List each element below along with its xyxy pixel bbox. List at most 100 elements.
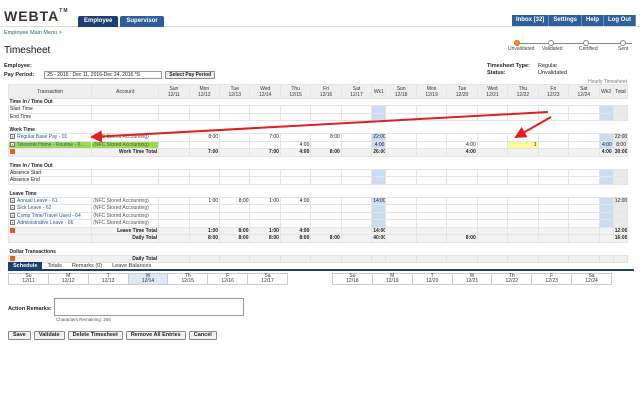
hours-cell[interactable] xyxy=(476,140,509,149)
hours-cell[interactable] xyxy=(158,204,190,213)
time-cell[interactable] xyxy=(188,112,221,121)
hours-cell[interactable] xyxy=(476,219,509,228)
inbox-link[interactable]: Inbox [32] xyxy=(511,15,550,26)
time-cell[interactable] xyxy=(219,168,251,177)
hours-cell[interactable]: 1 xyxy=(507,140,539,149)
tab-totals[interactable]: Totals xyxy=(42,262,66,271)
schedule-day-cell[interactable]: Th 12/15 xyxy=(167,273,209,285)
hours-cell[interactable] xyxy=(476,211,509,220)
delete-row-icon[interactable]: × xyxy=(10,134,15,140)
nav-tab-employee[interactable]: Employee xyxy=(78,16,119,27)
hours-cell[interactable] xyxy=(568,211,600,220)
hours-cell[interactable] xyxy=(340,211,373,220)
hours-cell[interactable]: 4:00 xyxy=(279,140,312,149)
time-cell[interactable] xyxy=(310,105,342,114)
hours-cell[interactable] xyxy=(188,140,221,149)
hours-cell[interactable] xyxy=(340,204,373,213)
time-cell[interactable] xyxy=(446,176,478,185)
action-remarks-textarea[interactable] xyxy=(54,298,244,316)
time-cell[interactable] xyxy=(537,168,570,177)
hours-cell[interactable]: 8:00 xyxy=(310,133,342,142)
time-cell[interactable] xyxy=(340,112,373,121)
hours-cell[interactable] xyxy=(249,140,281,149)
hours-cell[interactable] xyxy=(219,211,251,220)
hours-cell[interactable] xyxy=(537,140,570,149)
schedule-day-cell[interactable]: T 12/20 xyxy=(411,273,453,285)
hours-cell[interactable] xyxy=(507,133,539,142)
hours-cell[interactable]: 8:00 xyxy=(188,133,221,142)
time-cell[interactable] xyxy=(568,105,600,114)
schedule-day-cell[interactable]: Su 12/18 xyxy=(332,273,373,285)
hours-cell[interactable]: 4:00 xyxy=(279,196,312,205)
hours-cell[interactable] xyxy=(537,196,570,205)
hours-cell[interactable] xyxy=(415,133,448,142)
time-cell[interactable] xyxy=(340,105,373,114)
hours-cell[interactable] xyxy=(446,196,478,205)
hours-cell[interactable] xyxy=(158,133,190,142)
hours-cell[interactable] xyxy=(188,204,221,213)
schedule-day-cell[interactable]: W 12/14 xyxy=(127,273,169,285)
logout-link[interactable]: Log Out xyxy=(604,15,636,26)
time-cell[interactable] xyxy=(476,168,509,177)
hours-cell[interactable] xyxy=(249,204,281,213)
time-cell[interactable] xyxy=(249,112,281,121)
hours-cell[interactable] xyxy=(385,196,417,205)
time-cell[interactable] xyxy=(385,168,417,177)
hours-cell[interactable] xyxy=(537,219,570,228)
time-cell[interactable] xyxy=(568,168,600,177)
schedule-day-cell[interactable]: T 12/13 xyxy=(87,273,129,285)
schedule-day-cell[interactable]: W 12/21 xyxy=(451,273,493,285)
time-cell[interactable] xyxy=(279,176,312,185)
hours-cell[interactable] xyxy=(340,140,373,149)
time-cell[interactable] xyxy=(279,105,312,114)
hours-cell[interactable] xyxy=(568,140,600,149)
hours-cell[interactable]: 1:00 xyxy=(249,196,281,205)
add-row-icon[interactable] xyxy=(10,227,15,233)
time-cell[interactable] xyxy=(415,105,448,114)
time-cell[interactable] xyxy=(537,176,570,185)
transaction-link[interactable]: Annual Leave - 61 xyxy=(17,198,58,204)
hours-cell[interactable] xyxy=(340,219,373,228)
time-cell[interactable] xyxy=(537,105,570,114)
hours-cell[interactable] xyxy=(158,211,190,220)
time-cell[interactable] xyxy=(340,176,373,185)
schedule-day-cell[interactable]: Th 12/22 xyxy=(491,273,533,285)
schedule-day-cell[interactable]: M 12/12 xyxy=(47,273,89,285)
schedule-day-cell[interactable]: Sa 12/17 xyxy=(247,273,288,285)
delete-timesheet-button[interactable]: Delete Timesheet xyxy=(67,331,123,340)
transaction-link[interactable]: Administrative Leave - 66 xyxy=(17,220,73,226)
hours-cell[interactable]: 8:00 xyxy=(219,196,251,205)
hours-cell[interactable] xyxy=(279,219,312,228)
time-cell[interactable] xyxy=(219,112,251,121)
tab-leave-balances[interactable]: Leave Balances xyxy=(107,262,156,271)
hours-cell[interactable] xyxy=(568,219,600,228)
select-pay-period-button[interactable]: Select Pay Period xyxy=(165,71,216,79)
hours-cell[interactable] xyxy=(340,196,373,205)
time-cell[interactable] xyxy=(249,176,281,185)
hours-cell[interactable] xyxy=(507,211,539,220)
hours-cell[interactable] xyxy=(310,140,342,149)
hours-cell[interactable] xyxy=(310,219,342,228)
transaction-link[interactable]: Comp Time/Travel Used - 64 xyxy=(17,213,81,219)
hours-cell[interactable] xyxy=(568,196,600,205)
hours-cell[interactable] xyxy=(507,196,539,205)
hours-cell[interactable] xyxy=(188,219,221,228)
hours-cell[interactable] xyxy=(537,133,570,142)
time-cell[interactable] xyxy=(158,105,190,114)
remove-all-entries-button[interactable]: Remove All Entries xyxy=(125,331,186,340)
time-cell[interactable] xyxy=(340,168,373,177)
hours-cell[interactable]: 4:00 xyxy=(446,140,478,149)
hours-cell[interactable] xyxy=(158,196,190,205)
time-cell[interactable] xyxy=(385,105,417,114)
hours-cell[interactable] xyxy=(415,196,448,205)
time-cell[interactable] xyxy=(158,168,190,177)
time-cell[interactable] xyxy=(507,176,539,185)
hours-cell[interactable] xyxy=(310,204,342,213)
hours-cell[interactable] xyxy=(415,140,448,149)
hours-cell[interactable] xyxy=(476,133,509,142)
schedule-day-cell[interactable]: F 12/16 xyxy=(207,273,249,285)
time-cell[interactable] xyxy=(188,168,221,177)
time-cell[interactable] xyxy=(476,112,509,121)
transaction-link[interactable]: Regular Base Pay - 01 xyxy=(17,134,67,140)
hours-cell[interactable] xyxy=(279,204,312,213)
